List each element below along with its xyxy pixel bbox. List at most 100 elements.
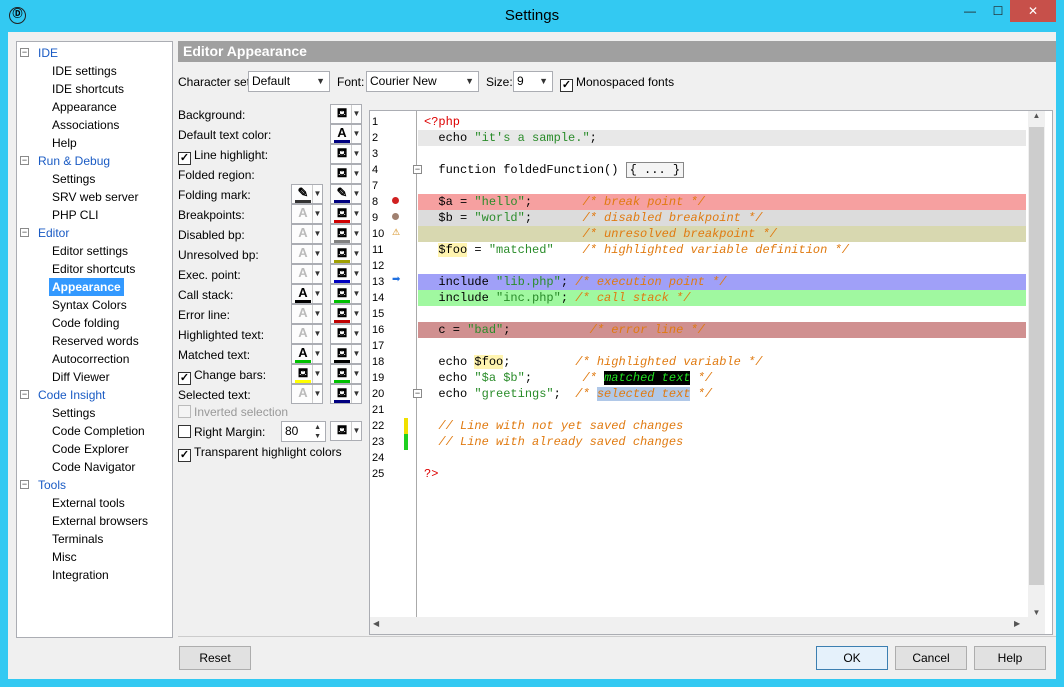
code-token: /* unresolved breakpoint */ xyxy=(582,227,777,241)
tree-item[interactable]: IDE shortcuts xyxy=(52,80,124,98)
reset-button[interactable]: Reset xyxy=(179,646,251,670)
right-margin-checkbox[interactable]: Right Margin: xyxy=(178,424,265,440)
tree-item[interactable]: Misc xyxy=(52,548,77,566)
tree-item[interactable]: Code folding xyxy=(52,314,119,332)
tree-item[interactable]: Editor shortcuts xyxy=(52,260,135,278)
foreground-color-button[interactable]: A ▼ xyxy=(291,344,323,364)
maximize-button[interactable]: ☐ xyxy=(983,0,1013,22)
tree-category[interactable]: Tools xyxy=(38,476,66,494)
background-color-button[interactable]: ⛾ ▼ xyxy=(330,324,362,344)
inverted-selection-checkbox[interactable]: Inverted selection xyxy=(178,404,288,420)
editor-preview[interactable]: 1 2 3 4−7 8 9 10 ⚠ 11 12 13 ➡ 14 15 16 17 18 19 20−21 22 23 2… xyxy=(369,110,1053,635)
right-margin-color-button[interactable]: ⛾ ▼ xyxy=(330,421,362,441)
tree-item[interactable]: IDE settings xyxy=(52,62,117,80)
collapse-icon[interactable]: − xyxy=(20,48,29,57)
chevron-down-icon: ▼ xyxy=(351,205,361,223)
line-number: 20 xyxy=(372,388,385,400)
tree-item[interactable]: SRV web server xyxy=(52,188,138,206)
foreground-color-button[interactable]: A ▼ xyxy=(291,284,323,304)
tree-item[interactable]: Settings xyxy=(52,170,95,188)
setting-label: Exec. point: xyxy=(178,267,241,283)
scroll-right-icon[interactable]: ▶ xyxy=(1014,619,1020,628)
background-color-button[interactable]: A ▼ xyxy=(330,124,362,144)
foreground-color-button: A ▼ xyxy=(291,204,323,224)
background-color-button[interactable]: ⛾ ▼ xyxy=(330,284,362,304)
horizontal-scrollbar[interactable]: ◀ ▶ xyxy=(370,617,1045,634)
tree-item[interactable]: Help xyxy=(52,134,77,152)
background-color-button[interactable]: ⛾ ▼ xyxy=(330,264,362,284)
minimize-button[interactable]: — xyxy=(955,0,985,22)
right-margin-spinner[interactable]: 80 ▲ ▼ xyxy=(281,421,326,442)
size-select[interactable]: 9 ▼ xyxy=(513,71,553,92)
collapse-icon[interactable]: − xyxy=(20,156,29,165)
scroll-up-icon[interactable]: ▲ xyxy=(1028,111,1045,120)
tree-item[interactable]: Syntax Colors xyxy=(52,296,127,314)
line-number: 12 xyxy=(372,260,385,272)
background-color-button[interactable]: ⛾ ▼ xyxy=(330,224,362,244)
breakpoint-icon[interactable] xyxy=(392,213,399,220)
code-token: = xyxy=(467,243,489,257)
collapse-icon[interactable]: − xyxy=(20,390,29,399)
tree-item[interactable]: Associations xyxy=(52,116,119,134)
tree-item[interactable]: External browsers xyxy=(52,512,148,530)
tree-item[interactable]: Code Completion xyxy=(52,422,145,440)
tree-item[interactable]: Editor settings xyxy=(52,242,128,260)
cancel-button[interactable]: Cancel xyxy=(895,646,967,670)
font-select[interactable]: Courier New ▼ xyxy=(366,71,479,92)
tree-item[interactable]: Appearance xyxy=(49,278,124,296)
execution-point-icon[interactable]: ➡ xyxy=(392,274,400,285)
setting-label[interactable]: ✓ Change bars: xyxy=(178,367,266,385)
scroll-thumb[interactable] xyxy=(1029,127,1044,585)
tree-category[interactable]: IDE xyxy=(38,44,58,62)
tree-category[interactable]: Code Insight xyxy=(38,386,105,404)
warning-icon[interactable]: ⚠ xyxy=(392,227,400,238)
tree-item[interactable]: Diff Viewer xyxy=(52,368,110,386)
tree-item[interactable]: Terminals xyxy=(52,530,103,548)
tree-item[interactable]: Appearance xyxy=(52,98,117,116)
line-number-gutter: 1 2 3 4−7 8 9 10 ⚠ 11 12 13 ➡ 14 15 16 17 18 19 20−21 22 23 2… xyxy=(370,111,422,634)
background-color-button[interactable]: ⛾ ▼ xyxy=(330,164,362,184)
line-number: 2 xyxy=(372,132,379,144)
background-color-button[interactable]: ⛾ ▼ xyxy=(330,364,362,384)
tree-item[interactable]: Autocorrection xyxy=(52,350,129,368)
foreground-color-button[interactable]: ✎ ▼ xyxy=(291,184,323,204)
background-color-button[interactable]: ⛾ ▼ xyxy=(330,304,362,324)
tree-category[interactable]: Editor xyxy=(38,224,69,242)
settings-tree[interactable]: − IDE IDE settings IDE shortcuts Appearance A… xyxy=(16,41,173,638)
breakpoint-icon[interactable] xyxy=(392,197,399,204)
background-color-button[interactable]: ⛾ ▼ xyxy=(330,104,362,124)
tree-item[interactable]: PHP CLI xyxy=(52,206,98,224)
tree-item[interactable]: Settings xyxy=(52,404,95,422)
tree-item[interactable]: Reserved words xyxy=(52,332,139,350)
background-color-button[interactable]: ⛾ ▼ xyxy=(330,144,362,164)
chevron-down-icon: ▼ xyxy=(316,76,325,86)
tree-item[interactable]: Code Explorer xyxy=(52,440,129,458)
collapse-icon[interactable]: − xyxy=(20,228,29,237)
scroll-left-icon[interactable]: ◀ xyxy=(373,619,379,628)
monospaced-checkbox[interactable]: ✓ Monospaced fonts xyxy=(560,74,674,92)
scroll-down-icon[interactable]: ▼ xyxy=(1028,608,1045,617)
background-color-button[interactable]: ⛾ ▼ xyxy=(330,244,362,264)
background-color-button[interactable]: ✎ ▼ xyxy=(330,184,362,204)
charset-select[interactable]: Default ▼ xyxy=(248,71,330,92)
transparent-highlight-checkbox[interactable]: ✓ Transparent highlight colors xyxy=(178,444,342,462)
ok-button[interactable]: OK xyxy=(816,646,888,670)
help-button[interactable]: Help xyxy=(974,646,1046,670)
vertical-scrollbar[interactable]: ▲ ▼ xyxy=(1028,111,1045,617)
tree-item[interactable]: Code Navigator xyxy=(52,458,135,476)
foreground-color-button[interactable]: ⛾ ▼ xyxy=(291,364,323,384)
collapse-icon[interactable]: − xyxy=(20,480,29,489)
code-token: ; xyxy=(503,355,576,369)
background-color-button[interactable]: ⛾ ▼ xyxy=(330,384,362,404)
code-token: "lib.php" xyxy=(496,275,561,289)
setting-label: Default text color: xyxy=(178,127,271,143)
tree-item[interactable]: External tools xyxy=(52,494,125,512)
background-color-button[interactable]: ⛾ ▼ xyxy=(330,204,362,224)
close-button[interactable]: ✕ xyxy=(1010,0,1056,22)
tree-item[interactable]: Integration xyxy=(52,566,109,584)
background-color-button[interactable]: ⛾ ▼ xyxy=(330,344,362,364)
code-token: "inc.php" xyxy=(496,291,561,305)
tree-category[interactable]: Run & Debug xyxy=(38,152,110,170)
setting-label[interactable]: ✓ Line highlight: xyxy=(178,147,268,165)
